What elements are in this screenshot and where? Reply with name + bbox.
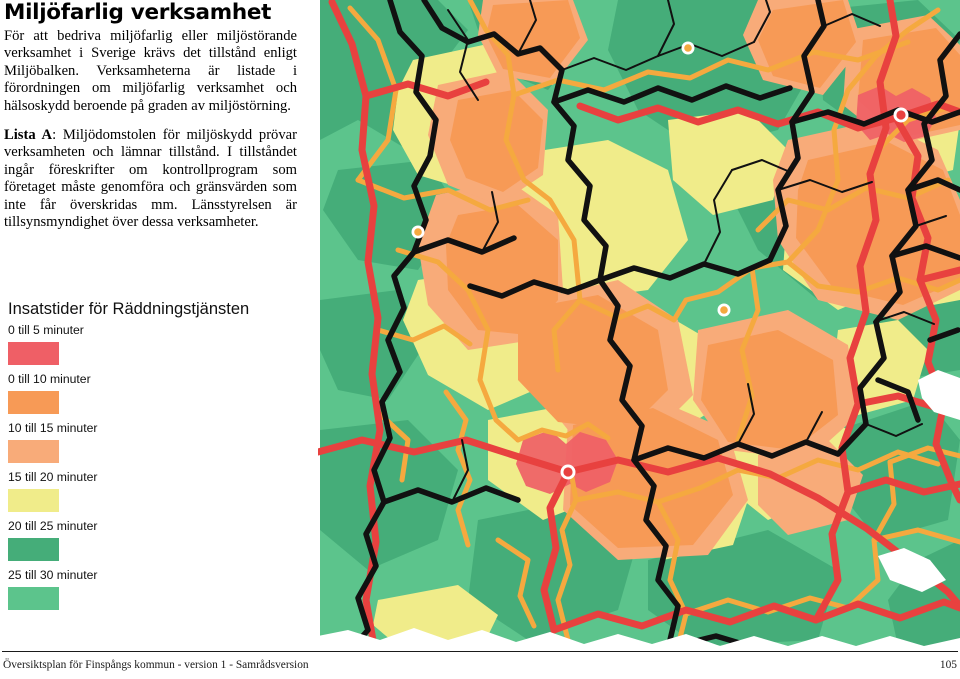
station-nordost[interactable] (893, 107, 909, 123)
map-panel[interactable] (318, 0, 960, 646)
legend-item-15-20[interactable]: 15 till 20 minuter (8, 470, 298, 512)
station-norr[interactable] (681, 41, 695, 55)
legend-label-25-30: 25 till 30 minuter (8, 568, 98, 582)
legend-label-0-10: 0 till 10 minuter (8, 372, 91, 386)
legend-label-0-5: 0 till 5 minuter (8, 323, 84, 337)
station-sydost[interactable] (717, 303, 731, 317)
legend-label-20-25: 20 till 25 minuter (8, 519, 98, 533)
station-finspang[interactable] (560, 464, 576, 480)
legend-item-10-15[interactable]: 10 till 15 minuter (8, 421, 298, 463)
article-paragraph-2: Lista A: Miljödomstolen för miljöskydd p… (4, 127, 300, 231)
lista-a-lead: Lista A (4, 127, 53, 144)
text-column: Miljöfarlig verksamhet För att bedriva m… (4, 0, 300, 646)
legend-item-0-10[interactable]: 0 till 10 minuter (8, 372, 298, 414)
footer-document-title: Översiktsplan för Finspångs kommun - ver… (3, 659, 309, 671)
footer-divider (2, 651, 958, 652)
map-legend: Insatstider för Räddningstjänsten 0 till… (8, 300, 298, 617)
legend-swatch-0-5 (8, 342, 59, 365)
legend-item-20-25[interactable]: 20 till 25 minuter (8, 519, 298, 561)
page-footer: Översiktsplan för Finspångs kommun - ver… (0, 651, 960, 679)
legend-title: Insatstider för Räddningstjänsten (8, 300, 250, 318)
article-paragraph-1: För att bedriva miljöfarlig eller miljös… (4, 28, 297, 114)
legend-swatch-10-15 (8, 440, 59, 463)
station-vastra[interactable] (411, 225, 425, 239)
legend-swatch-0-10 (8, 391, 59, 414)
legend-item-25-30[interactable]: 25 till 30 minuter (8, 568, 298, 610)
insatstider-map[interactable] (318, 0, 960, 646)
footer-page-number: 105 (939, 659, 957, 671)
page-title: Miljöfarlig verksamhet (4, 0, 272, 25)
legend-label-10-15: 10 till 15 minuter (8, 421, 98, 435)
legend-swatch-15-20 (8, 489, 59, 512)
legend-label-15-20: 15 till 20 minuter (8, 470, 98, 484)
legend-swatch-20-25 (8, 538, 59, 561)
legend-item-0-5[interactable]: 0 till 5 minuter (8, 323, 298, 365)
legend-swatch-25-30 (8, 587, 59, 610)
